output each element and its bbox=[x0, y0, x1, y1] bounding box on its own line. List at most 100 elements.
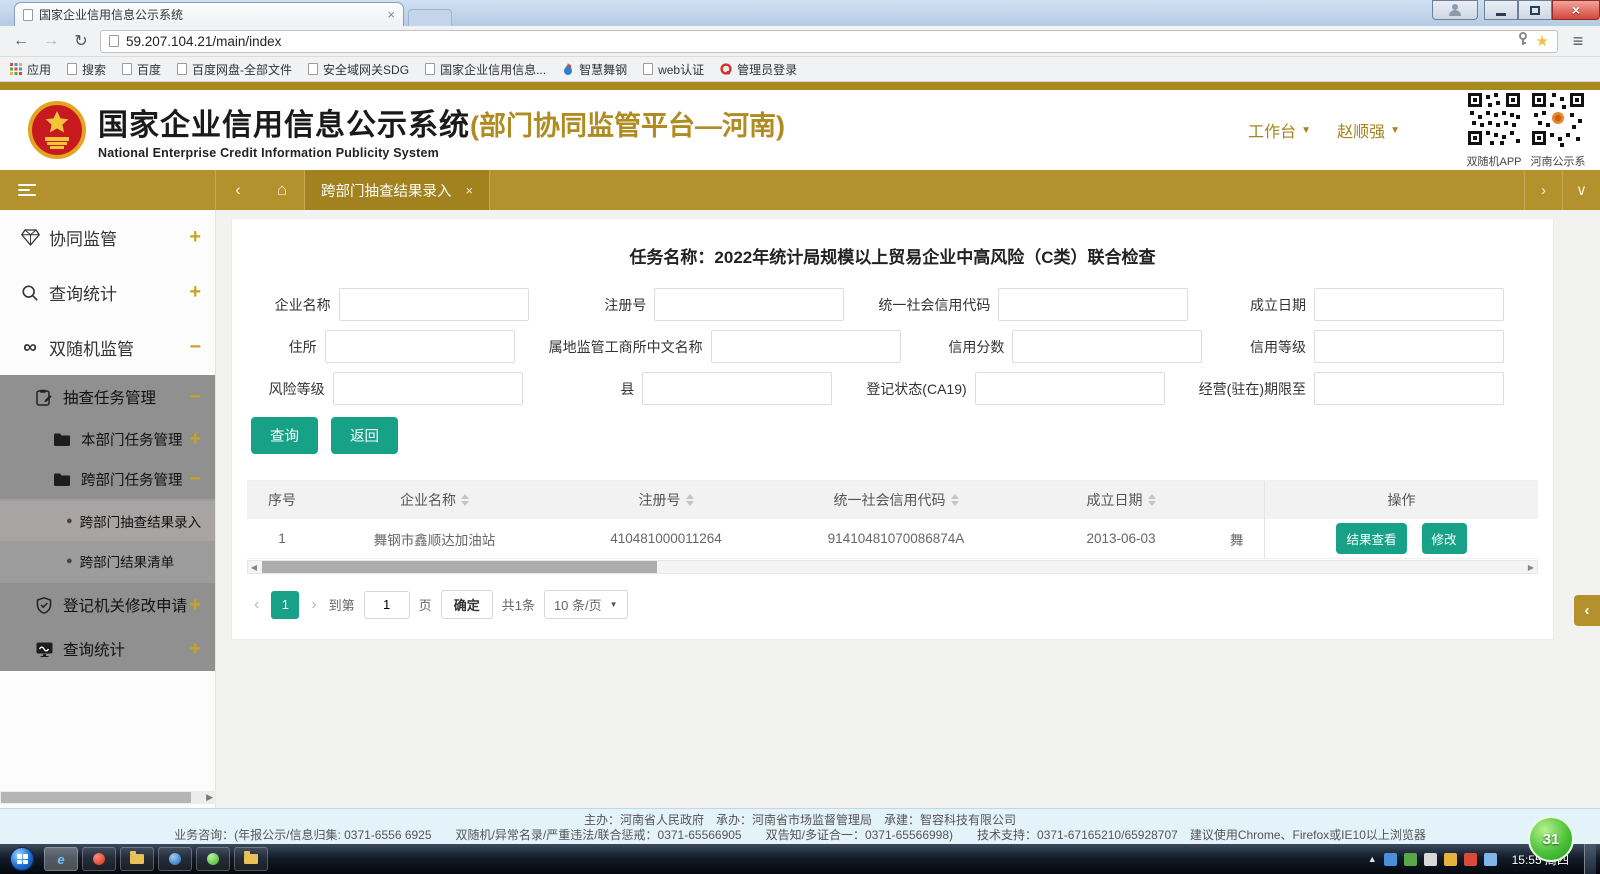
bookmark-zhihui-wugang[interactable]: 智慧舞钢 bbox=[562, 61, 627, 78]
address-bar[interactable]: 59.207.104.21/main/index ★ bbox=[100, 30, 1558, 53]
sidebar-item-query-statistics-2[interactable]: 查询统计 + bbox=[0, 627, 215, 671]
active-page-tab[interactable]: 跨部门抽查结果录入 × bbox=[304, 170, 490, 210]
scroll-right-icon[interactable]: ▶ bbox=[206, 792, 213, 803]
scroll-right-icon[interactable]: ▶ bbox=[1525, 563, 1537, 572]
sidebar-item-registration-authority-amendment[interactable]: 登记机关修改申请 + bbox=[0, 583, 215, 627]
tab-close-icon[interactable]: × bbox=[466, 183, 474, 198]
sidebar-item-cross-dept-task-management[interactable]: 跨部门任务管理 − bbox=[0, 459, 215, 499]
user-dropdown[interactable]: 赵顺强▼ bbox=[1337, 118, 1400, 142]
browser-tab[interactable]: 国家企业信用信息公示系统 × bbox=[14, 2, 404, 26]
security-ball-badge[interactable]: 31 bbox=[1528, 816, 1574, 862]
establish-date-input[interactable] bbox=[1314, 288, 1504, 321]
next-page-icon[interactable]: › bbox=[308, 596, 319, 614]
taskbar-app-explorer[interactable] bbox=[120, 847, 154, 871]
scrollbar-thumb[interactable] bbox=[262, 561, 657, 573]
column-header-date[interactable]: 成立日期 bbox=[1012, 481, 1230, 519]
forward-icon[interactable]: → bbox=[40, 32, 62, 50]
page-size-select[interactable]: 10 条/页 ▼ bbox=[544, 590, 628, 619]
back-button[interactable]: 返回 bbox=[331, 417, 398, 454]
regulator-office-input[interactable] bbox=[711, 330, 901, 363]
tray-expand-icon[interactable]: ▲ bbox=[1368, 854, 1377, 864]
taskbar-app-documents[interactable] bbox=[234, 847, 268, 871]
sidebar-item-double-random-supervision[interactable]: ∞ 双随机监管 − bbox=[0, 320, 215, 375]
credit-code-input[interactable] bbox=[998, 288, 1188, 321]
sidebar-item-cross-dept-result-entry[interactable]: ● 跨部门抽查结果录入 bbox=[0, 501, 215, 541]
expand-icon[interactable]: + bbox=[189, 594, 201, 617]
tab-close-icon[interactable]: × bbox=[387, 8, 395, 21]
collapse-icon[interactable]: − bbox=[189, 468, 201, 491]
expand-icon[interactable]: + bbox=[189, 638, 201, 661]
bookmark-admin-login[interactable]: 管理员登录 bbox=[720, 61, 797, 78]
column-header-reg-no[interactable]: 注册号 bbox=[552, 481, 780, 519]
tab-scroll-left-button[interactable]: ‹ bbox=[216, 170, 260, 210]
credit-score-input[interactable] bbox=[1012, 330, 1202, 363]
back-icon[interactable]: ← bbox=[10, 32, 32, 50]
sort-icon[interactable] bbox=[951, 494, 959, 506]
taskbar-app-browser-2[interactable] bbox=[158, 847, 192, 871]
sort-icon[interactable] bbox=[686, 494, 694, 506]
county-input[interactable] bbox=[642, 372, 832, 405]
show-desktop-button[interactable] bbox=[1584, 844, 1596, 874]
column-header-credit-code[interactable]: 统一社会信用代码 bbox=[780, 481, 1012, 519]
start-button[interactable] bbox=[10, 847, 34, 871]
expand-icon[interactable]: + bbox=[189, 226, 201, 249]
maximize-button[interactable] bbox=[1518, 0, 1552, 20]
close-button[interactable]: × bbox=[1552, 0, 1600, 20]
key-icon[interactable] bbox=[1517, 32, 1529, 51]
collapse-icon[interactable]: − bbox=[189, 386, 201, 409]
bookmark-baidu[interactable]: 百度 bbox=[122, 61, 161, 78]
collapse-icon[interactable]: − bbox=[189, 336, 201, 359]
tray-icon[interactable] bbox=[1444, 853, 1457, 866]
taskbar-app-security[interactable] bbox=[82, 847, 116, 871]
expand-icon[interactable]: + bbox=[189, 281, 201, 304]
tray-icon[interactable] bbox=[1424, 853, 1437, 866]
tray-icon[interactable] bbox=[1464, 853, 1477, 866]
company-name-input[interactable] bbox=[339, 288, 529, 321]
table-horizontal-scrollbar[interactable]: ◀ ▶ bbox=[247, 560, 1538, 574]
workbench-dropdown[interactable]: 工作台▼ bbox=[1248, 118, 1311, 142]
sidebar-item-spot-check-task-management[interactable]: 抽查任务管理 − bbox=[0, 375, 215, 419]
sort-icon[interactable] bbox=[1148, 494, 1156, 506]
sort-icon[interactable] bbox=[461, 494, 469, 506]
tray-icon[interactable] bbox=[1404, 853, 1417, 866]
bookmark-web-auth[interactable]: web认证 bbox=[643, 61, 704, 78]
sidebar-item-query-statistics[interactable]: 查询统计 + bbox=[0, 265, 215, 320]
prev-page-icon[interactable]: ‹ bbox=[251, 596, 262, 614]
url-text[interactable]: 59.207.104.21/main/index bbox=[126, 34, 1510, 49]
new-tab-button[interactable] bbox=[408, 9, 452, 26]
sidebar-item-own-dept-task-management[interactable]: 本部门任务管理 + bbox=[0, 419, 215, 459]
bookmark-credit-info[interactable]: 国家企业信用信息... bbox=[425, 61, 546, 78]
scroll-left-icon[interactable]: ◀ bbox=[248, 563, 260, 572]
sidebar-horizontal-scrollbar[interactable]: ▶ bbox=[0, 791, 216, 804]
page-number-button[interactable]: 1 bbox=[271, 591, 299, 619]
panel-collapse-button[interactable]: ‹ bbox=[1574, 595, 1600, 626]
reload-icon[interactable]: ↻ bbox=[70, 31, 92, 51]
tab-scroll-right-button[interactable]: › bbox=[1524, 170, 1562, 210]
bookmark-baidu-pan[interactable]: 百度网盘-全部文件 bbox=[177, 61, 292, 78]
browser-menu-icon[interactable]: ≡ bbox=[1566, 31, 1590, 52]
sidebar-toggle-icon[interactable] bbox=[18, 184, 36, 197]
edit-button[interactable]: 修改 bbox=[1422, 523, 1467, 554]
registration-status-input[interactable] bbox=[975, 372, 1165, 405]
confirm-button[interactable]: 确定 bbox=[441, 590, 493, 619]
bookmark-apps[interactable]: 应用 bbox=[10, 61, 51, 78]
tray-icon[interactable] bbox=[1484, 853, 1497, 866]
profile-button[interactable] bbox=[1432, 0, 1478, 20]
taskbar-app-browser[interactable]: e bbox=[44, 847, 78, 871]
bookmark-star-icon[interactable]: ★ bbox=[1536, 32, 1549, 50]
scrollbar-thumb[interactable] bbox=[1, 792, 191, 803]
registration-number-input[interactable] bbox=[654, 288, 844, 321]
sidebar-item-collaborative-supervision[interactable]: 协同监管 + bbox=[0, 210, 215, 265]
sidebar-item-cross-dept-result-list[interactable]: ● 跨部门结果清单 bbox=[0, 541, 215, 581]
view-result-button[interactable]: 结果查看 bbox=[1336, 523, 1406, 554]
operation-deadline-input[interactable] bbox=[1314, 372, 1504, 405]
query-button[interactable]: 查询 bbox=[251, 417, 318, 454]
minimize-button[interactable] bbox=[1484, 0, 1518, 20]
goto-page-input[interactable] bbox=[364, 591, 410, 619]
tab-list-dropdown-button[interactable]: ∨ bbox=[1562, 170, 1600, 210]
bookmark-search[interactable]: 搜索 bbox=[67, 61, 106, 78]
home-icon[interactable]: ⌂ bbox=[260, 170, 304, 210]
credit-level-input[interactable] bbox=[1314, 330, 1504, 363]
taskbar-app-messenger[interactable] bbox=[196, 847, 230, 871]
tray-icon[interactable] bbox=[1384, 853, 1397, 866]
